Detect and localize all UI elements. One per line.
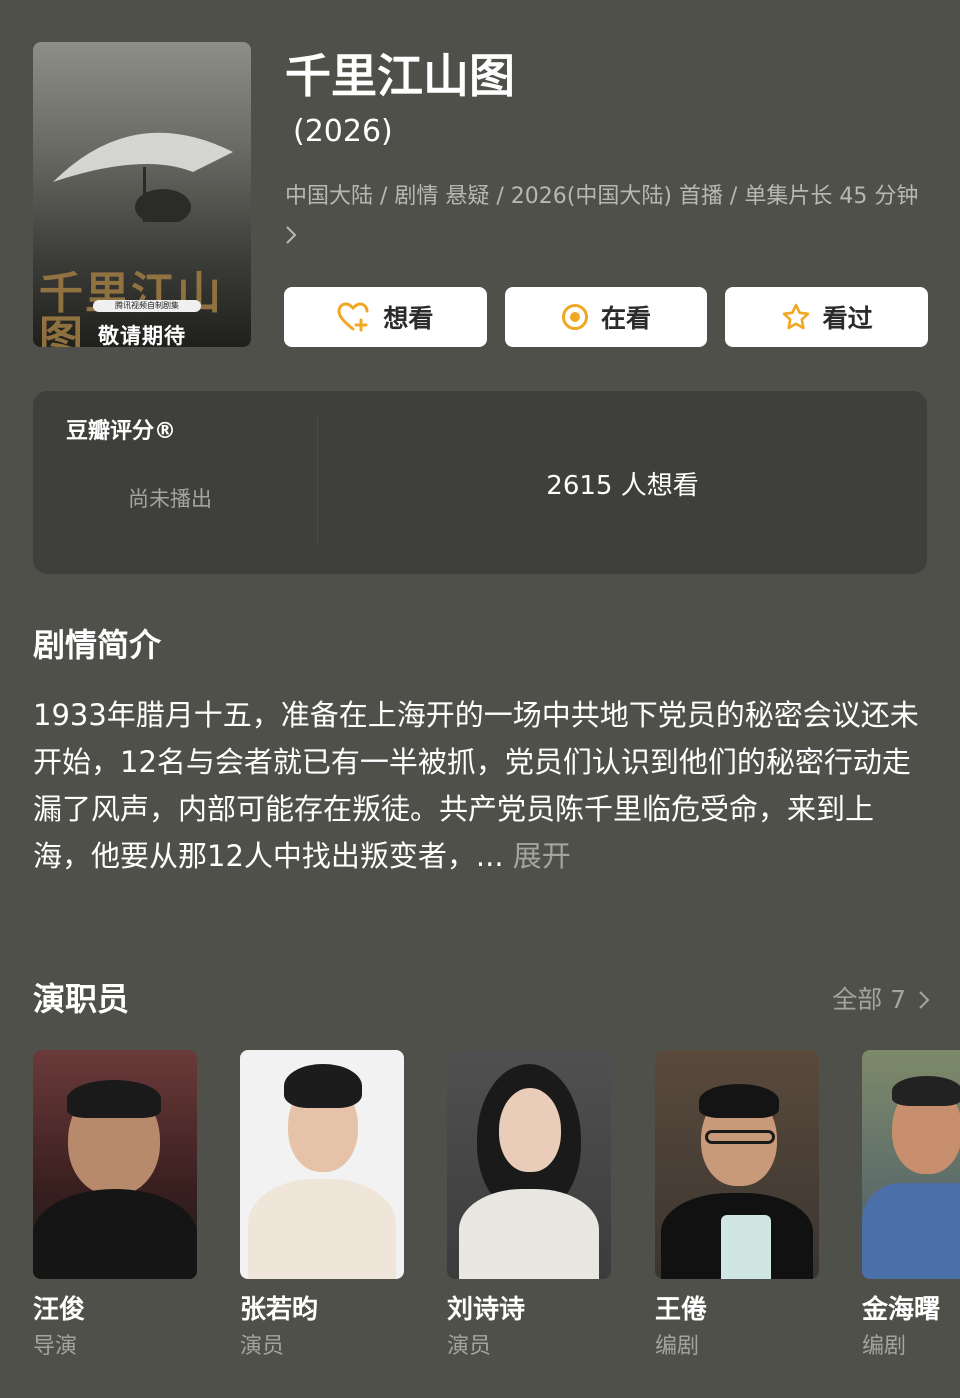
cast-photo: [240, 1050, 404, 1279]
cast-photo: [33, 1050, 197, 1279]
want-to-watch-button[interactable]: 想看: [284, 287, 487, 347]
heart-plus-icon: [337, 302, 369, 332]
douban-rating-label: 豆瓣评分®: [66, 419, 177, 444]
want-to-watch-label: 想看: [383, 304, 434, 333]
cast-role: 演员: [447, 1334, 492, 1359]
cast-role: 编剧: [862, 1334, 907, 1359]
want-count: 2615 人想看: [546, 471, 699, 501]
show-year: (2026): [293, 114, 393, 149]
chevron-right-icon: [285, 224, 297, 249]
synopsis-body: 1933年腊月十五，准备在上海开的一场中共地下党员的秘密会议还未开始，12名与会…: [33, 698, 919, 873]
cast-card[interactable]: 金海曙 编剧: [862, 1050, 960, 1361]
show-meta[interactable]: 中国大陆 / 剧情 悬疑 / 2026(中国大陆) 首播 / 单集片长 45 分…: [285, 177, 935, 257]
cast-card[interactable]: 张若昀 演员: [240, 1050, 404, 1361]
star-outline-icon: [782, 303, 809, 330]
show-meta-text: 中国大陆 / 剧情 悬疑 / 2026(中国大陆) 首播 / 单集片长 45 分…: [285, 184, 919, 209]
cast-heading: 演职员: [33, 980, 130, 1018]
watched-button[interactable]: 看过: [725, 287, 929, 347]
cast-card[interactable]: 王倦 编剧: [655, 1050, 819, 1361]
umbrella-graphic: [53, 132, 233, 222]
poster-tagline: 敬请期待: [98, 324, 186, 347]
watching-button[interactable]: 在看: [504, 287, 708, 347]
cast-name: 汪俊: [33, 1295, 86, 1325]
cast-name: 张若昀: [240, 1295, 319, 1325]
show-title: 千里江山图: [285, 49, 515, 103]
cast-role: 演员: [240, 1334, 285, 1359]
cast-name: 金海曙: [862, 1295, 941, 1325]
poster-pill: 腾讯视频自制剧集: [93, 300, 201, 312]
watched-label: 看过: [822, 304, 873, 333]
chevron-right-icon: [919, 991, 930, 1009]
cast-photo: [655, 1050, 819, 1279]
cast-name: 刘诗诗: [447, 1295, 526, 1325]
cast-card[interactable]: 汪俊 导演: [33, 1050, 197, 1361]
cast-role: 编剧: [655, 1334, 700, 1359]
action-buttons: 想看 在看 看过: [284, 287, 929, 347]
target-circle-icon: [562, 304, 588, 330]
cast-card[interactable]: 刘诗诗 演员: [447, 1050, 611, 1361]
expand-link[interactable]: 展开: [513, 839, 571, 873]
synopsis-text: 1933年腊月十五，准备在上海开的一场中共地下党员的秘密会议还未开始，12名与会…: [33, 692, 928, 880]
cast-role: 导演: [33, 1334, 78, 1359]
cast-photo: [447, 1050, 611, 1279]
rating-panel[interactable]: 豆瓣评分® 尚未播出 2615 人想看: [33, 391, 927, 574]
cast-photo: [862, 1050, 960, 1279]
poster-image[interactable]: 千里江山图 敬请期待 腾讯视频自制剧集: [33, 42, 251, 347]
watching-label: 在看: [601, 304, 652, 333]
cast-all-link[interactable]: 全部 7: [832, 980, 930, 1016]
cast-name: 王倦: [655, 1295, 708, 1325]
cast-all-label: 全部 7: [832, 985, 907, 1014]
synopsis-heading: 剧情简介: [33, 626, 162, 664]
rating-status: 尚未播出: [128, 487, 212, 511]
